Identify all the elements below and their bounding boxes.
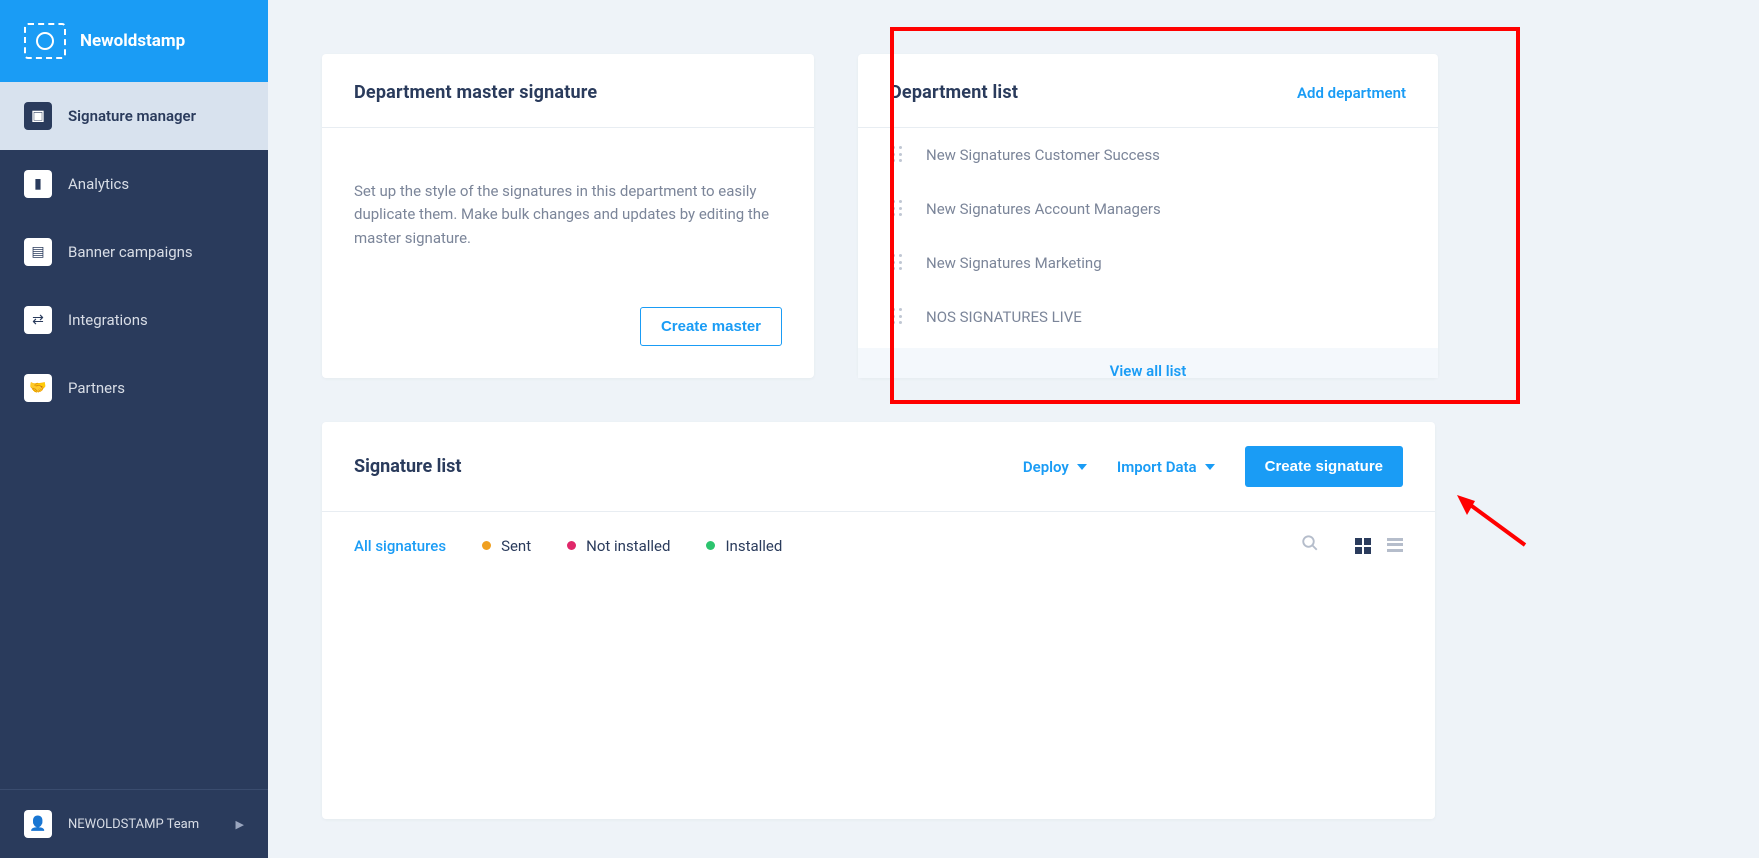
grid-icon — [1355, 538, 1371, 554]
deploy-dropdown[interactable]: Deploy — [1023, 458, 1087, 476]
filter-sent[interactable]: Sent — [482, 537, 531, 555]
chevron-right-icon: ▶ — [236, 818, 244, 831]
card-header: Department master signature — [322, 54, 814, 128]
sidebar-item-label: Integrations — [68, 311, 148, 329]
card-signature-list: Signature list Deploy Import Data Create… — [322, 422, 1435, 819]
department-name: New Signatures Customer Success — [926, 146, 1160, 164]
app-name: Newoldstamp — [80, 31, 185, 51]
sidebar-header: Newoldstamp — [0, 0, 268, 82]
sidebar-item-label: Partners — [68, 379, 125, 397]
sidebar-item-banner-campaigns[interactable]: ▤ Banner campaigns — [0, 218, 268, 286]
card-title: Department list — [890, 82, 1018, 103]
sidebar-footer-team[interactable]: 👤 NEWOLDSTAMP Team ▶ — [0, 789, 268, 858]
department-name: New Signatures Marketing — [926, 254, 1102, 272]
signature-icon: ▣ — [24, 102, 52, 130]
department-item[interactable]: New Signatures Customer Success — [858, 128, 1438, 182]
search-icon[interactable] — [1301, 534, 1319, 557]
deploy-label: Deploy — [1023, 458, 1069, 476]
status-dot-not-installed — [567, 541, 576, 550]
filter-installed[interactable]: Installed — [706, 537, 782, 555]
department-item[interactable]: New Signatures Marketing — [858, 236, 1438, 290]
filter-row: All signatures Sent Not installed Instal… — [322, 512, 1435, 579]
sidebar-item-label: Analytics — [68, 175, 129, 193]
department-name: NOS SIGNATURES LIVE — [926, 308, 1082, 326]
create-master-button[interactable]: Create master — [640, 307, 782, 346]
logo-icon — [24, 23, 66, 59]
department-item[interactable]: NOS SIGNATURES LIVE — [858, 290, 1438, 344]
caret-down-icon — [1205, 464, 1215, 470]
filter-label: Sent — [501, 537, 531, 555]
sidebar: Newoldstamp ▣ Signature manager ▮ Analyt… — [0, 0, 268, 858]
view-all-list-link[interactable]: View all list — [858, 348, 1438, 378]
add-department-link[interactable]: Add department — [1297, 84, 1406, 102]
signature-list-header: Signature list Deploy Import Data Create… — [322, 422, 1435, 512]
drag-handle-icon[interactable] — [892, 254, 904, 272]
sidebar-nav: ▣ Signature manager ▮ Analytics ▤ Banner… — [0, 82, 268, 789]
sidebar-item-label: Signature manager — [68, 107, 196, 125]
list-view-button[interactable] — [1387, 538, 1403, 554]
sidebar-item-signature-manager[interactable]: ▣ Signature manager — [0, 82, 268, 150]
caret-down-icon — [1077, 464, 1087, 470]
filter-label: Installed — [725, 537, 782, 555]
footer-team-label: NEWOLDSTAMP Team — [68, 817, 199, 832]
banner-icon: ▤ — [24, 238, 52, 266]
drag-handle-icon[interactable] — [892, 200, 904, 218]
card-master-signature: Department master signature Set up the s… — [322, 54, 814, 378]
status-dot-sent — [482, 541, 491, 550]
list-icon — [1387, 538, 1403, 552]
partners-icon: 🤝 — [24, 374, 52, 402]
department-scroll-list[interactable]: New Signatures Customer Success New Sign… — [858, 128, 1438, 348]
sidebar-item-integrations[interactable]: ⇄ Integrations — [0, 286, 268, 354]
main-content: Department master signature Set up the s… — [268, 0, 1759, 858]
team-icon: 👤 — [24, 810, 52, 838]
analytics-icon: ▮ — [24, 170, 52, 198]
create-signature-button[interactable]: Create signature — [1245, 446, 1403, 487]
filter-label: Not installed — [586, 537, 670, 555]
status-dot-installed — [706, 541, 715, 550]
import-data-dropdown[interactable]: Import Data — [1117, 458, 1215, 476]
drag-handle-icon[interactable] — [892, 308, 904, 326]
card-header: Department list Add department — [858, 54, 1438, 128]
annotation-arrow-icon — [1455, 495, 1535, 555]
filter-all-signatures[interactable]: All signatures — [354, 537, 446, 555]
sidebar-item-analytics[interactable]: ▮ Analytics — [0, 150, 268, 218]
import-label: Import Data — [1117, 458, 1197, 476]
card-department-list: Department list Add department New Signa… — [858, 54, 1438, 378]
sidebar-item-partners[interactable]: 🤝 Partners — [0, 354, 268, 422]
integrations-icon: ⇄ — [24, 306, 52, 334]
drag-handle-icon[interactable] — [892, 146, 904, 164]
card-title: Department master signature — [354, 82, 597, 103]
department-item[interactable]: New Signatures Account Managers — [858, 182, 1438, 236]
filter-not-installed[interactable]: Not installed — [567, 537, 670, 555]
card-title: Signature list — [354, 456, 462, 477]
sidebar-item-label: Banner campaigns — [68, 243, 193, 261]
signature-list-body — [322, 579, 1435, 819]
master-description: Set up the style of the signatures in th… — [354, 180, 782, 250]
grid-view-button[interactable] — [1355, 538, 1371, 554]
department-name: New Signatures Account Managers — [926, 200, 1161, 218]
